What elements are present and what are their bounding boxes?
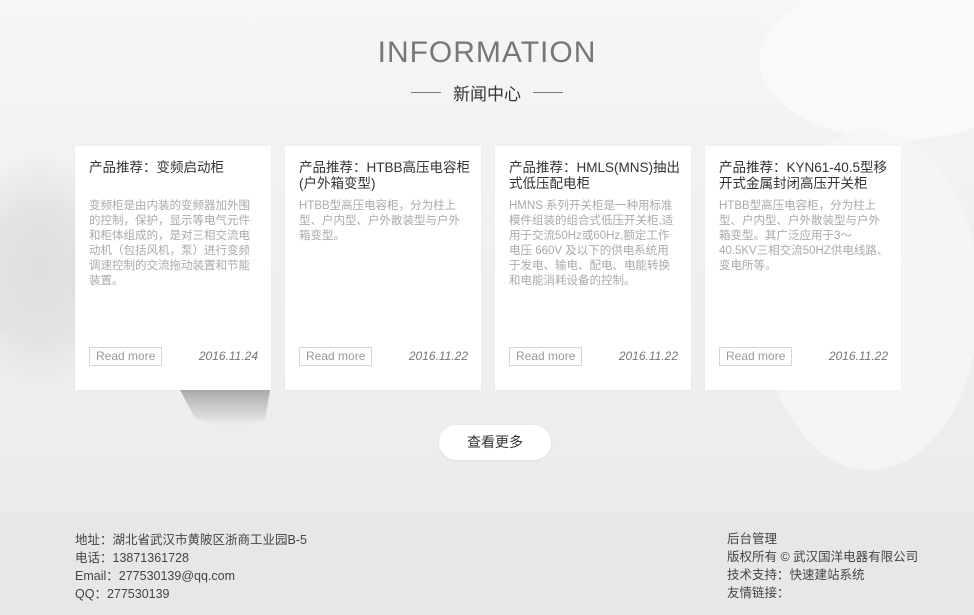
news-card-date: 2016.11.22 (828, 349, 888, 363)
footer-copyright: 版权所有 © 武汉国洋电器有限公司 (727, 550, 919, 564)
news-card[interactable]: 产品推荐：变频启动柜 变频柜是由内装的变频器加外围的控制，保护，显示等电气元件和… (75, 146, 271, 390)
admin-link[interactable]: 后台管理 (727, 530, 918, 548)
news-card-title[interactable]: 产品推荐：HMLS(MNS)抽出式低压配电柜 (509, 160, 683, 192)
subheading-divider-left (411, 91, 441, 93)
footer-tech-support[interactable]: 技术支持：快速建站系统 (727, 566, 918, 584)
read-more-button[interactable]: Read more (299, 347, 373, 366)
footer-email: Email：277530139@qq.com (75, 569, 236, 583)
footer-qq: QQ：277530139 (75, 587, 170, 601)
news-card-title[interactable]: 产品推荐：HTBB高压电容柜(户外箱变型) (299, 160, 473, 192)
subheading-divider-right (533, 91, 563, 93)
read-more-button[interactable]: Read more (89, 347, 163, 366)
section-subheading: 新闻中心 (453, 84, 521, 104)
footer-contact: 地址：湖北省武汉市黄陂区浙商工业园B-5 电话：13871361728 Emai… (75, 531, 307, 603)
footer-friend-links: 友情链接： (727, 586, 790, 600)
hero-section: INFORMATION 新闻中心 产品推荐：变频启动柜 变频柜是由内装的变频器加… (0, 0, 974, 512)
news-card[interactable]: 产品推荐：KYN61-40.5型移开式金属封闭高压开关柜 HTBB型高压电容柜，… (705, 146, 901, 390)
view-more-button[interactable]: 查看更多 (439, 425, 551, 460)
news-card-date: 2016.11.22 (618, 349, 678, 363)
news-card-date: 2016.11.22 (408, 349, 468, 363)
section-heading: INFORMATION (377, 36, 597, 69)
news-card-description: 变频柜是由内装的变频器加外围的控制，保护，显示等电气元件和柜体组成的，是对三相交… (89, 200, 250, 287)
news-card-description: HTBB型高压电容柜，分为柱上型、户内型、户外散装型与户外箱变型。其广泛应用于3… (719, 200, 889, 272)
footer-phone: 电话：13871361728 (75, 551, 189, 565)
read-more-button[interactable]: Read more (509, 347, 583, 366)
footer-address: 地址：湖北省武汉市黄陂区浙商工业园B-5 (75, 533, 307, 547)
news-card-title[interactable]: 产品推荐：变频启动柜 (89, 160, 263, 176)
news-card[interactable]: 产品推荐：HMLS(MNS)抽出式低压配电柜 HMNS 系列开关柜是一种用标准模… (495, 146, 691, 390)
read-more-button[interactable]: Read more (719, 347, 793, 366)
news-card-description: HMNS 系列开关柜是一种用标准模件组装的组合式低压开关柜,适用于交流50Hz或… (509, 200, 674, 287)
news-card-title[interactable]: 产品推荐：KYN61-40.5型移开式金属封闭高压开关柜 (719, 160, 893, 192)
news-card-date: 2016.11.24 (198, 349, 258, 363)
footer: 地址：湖北省武汉市黄陂区浙商工业园B-5 电话：13871361728 Emai… (0, 512, 974, 615)
news-card[interactable]: 产品推荐：HTBB高压电容柜(户外箱变型) HTBB型高压电容柜，分为柱上型、户… (285, 146, 481, 390)
subheading-row: 新闻中心 (0, 80, 974, 104)
footer-links: 后台管理 版权所有 © 武汉国洋电器有限公司 技术支持：快速建站系统 友情链接： (727, 530, 918, 602)
news-card-description: HTBB型高压电容柜，分为柱上型、户内型、户外散装型与户外箱变型。 (299, 200, 460, 242)
